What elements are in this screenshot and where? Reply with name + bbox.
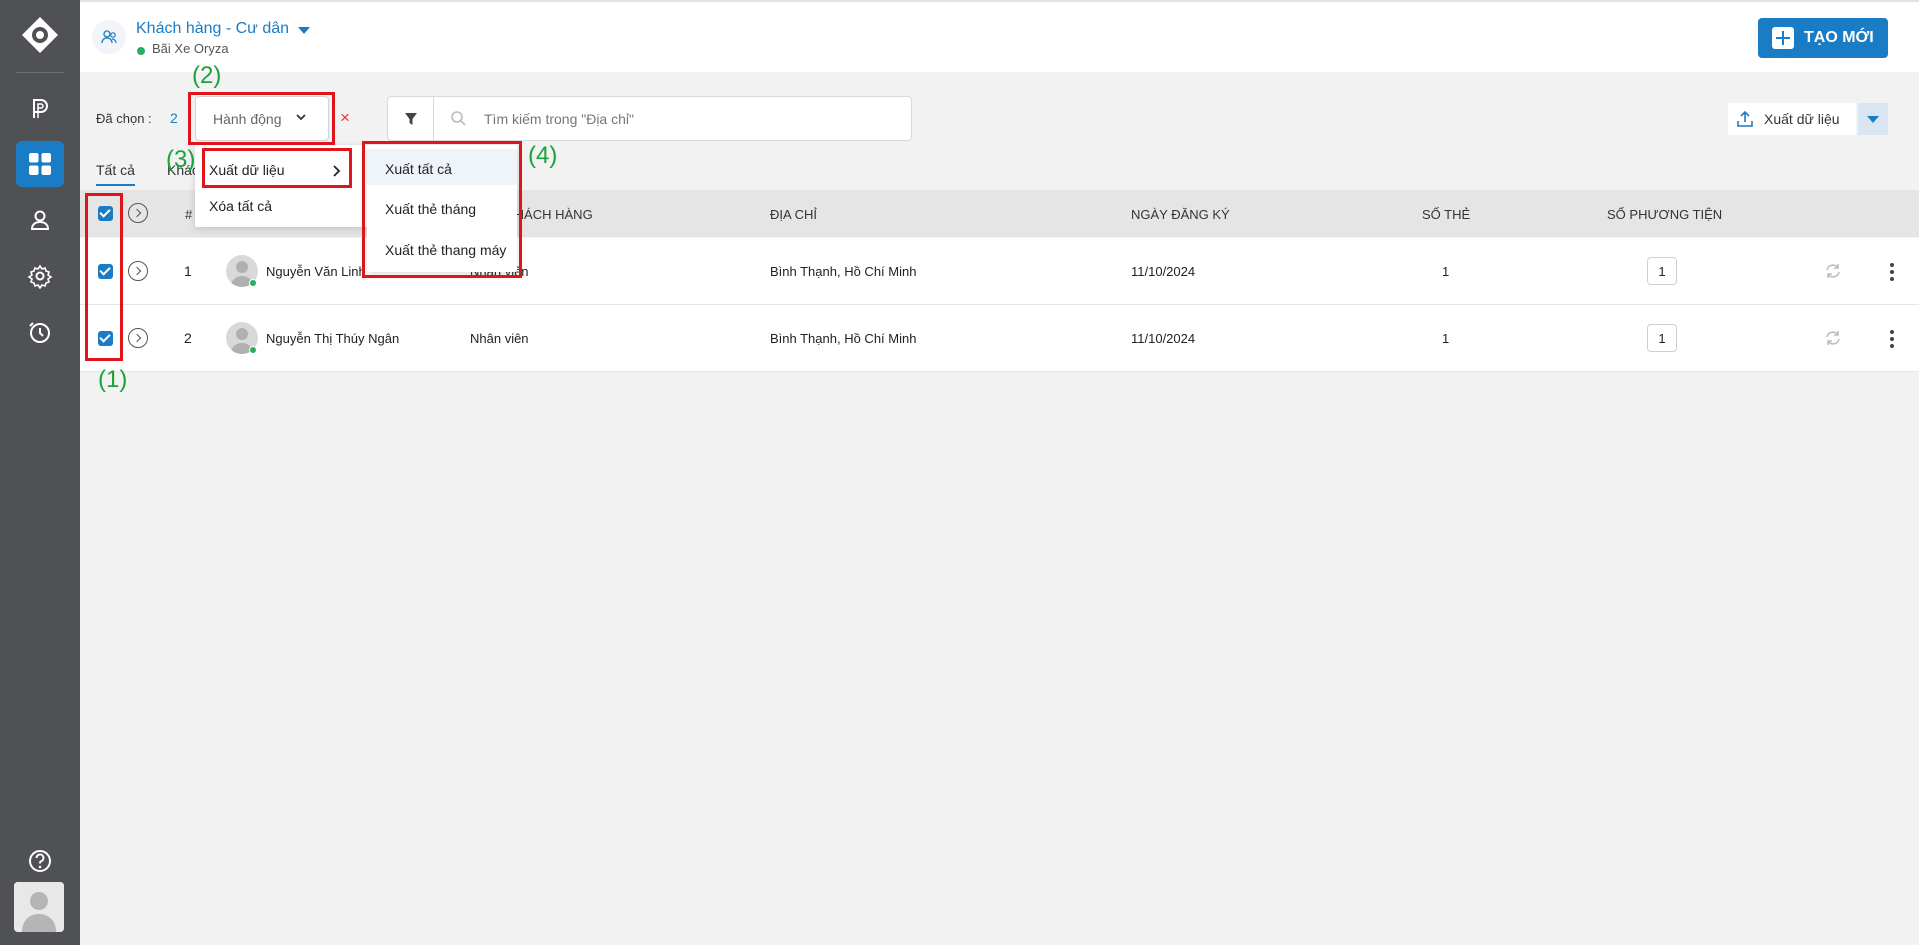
vehicle-count[interactable]: 1 (1647, 324, 1677, 352)
annotation-label-1: (1) (98, 366, 128, 393)
create-new-button[interactable]: TẠO MỚI (1758, 18, 1888, 58)
customers-icon (92, 20, 126, 54)
annotation-box-3 (202, 148, 352, 188)
row-expand-icon[interactable] (128, 261, 148, 281)
grid-icon (29, 153, 51, 175)
tab-all[interactable]: Tất cả (96, 162, 135, 186)
row-index: 2 (184, 330, 192, 346)
menu-item-delete-all[interactable]: Xóa tất cả (209, 198, 272, 214)
card-count: 1 (1442, 264, 1450, 279)
annotation-box-1 (85, 193, 123, 361)
sidebar (0, 0, 80, 945)
export-data-button[interactable]: Xuất dữ liệu (1728, 103, 1856, 135)
parking-icon (33, 99, 48, 118)
caret-down-icon (1867, 115, 1879, 123)
register-date: 11/10/2024 (1131, 331, 1196, 346)
more-options-icon[interactable] (1890, 263, 1894, 281)
online-status-icon (249, 279, 257, 287)
vehicle-count[interactable]: 1 (1647, 257, 1677, 285)
sidebar-item-dashboard[interactable] (16, 141, 64, 187)
page-title[interactable]: Khách hàng - Cư dân (136, 20, 289, 38)
user-icon (30, 210, 50, 230)
online-status-icon (249, 346, 257, 354)
table-row[interactable]: 1 Nguyễn Văn Linh Nhân viên Bình Thạnh, … (80, 238, 1919, 305)
col-index: # (185, 207, 193, 222)
create-new-label: TẠO MỚI (1804, 29, 1874, 46)
annotation-label-4: (4) (528, 142, 558, 169)
app-logo-icon[interactable] (21, 16, 59, 54)
sidebar-item-users[interactable] (16, 197, 64, 243)
gear-icon (27, 264, 53, 289)
search-bar (387, 96, 912, 141)
refresh-icon[interactable] (1824, 262, 1842, 280)
plus-icon (1772, 27, 1794, 49)
search-input[interactable] (484, 97, 904, 140)
customer-address: Bình Thạnh, Hồ Chí Minh (770, 331, 917, 346)
annotation-label-2: (2) (192, 62, 222, 89)
row-expand-icon[interactable] (128, 328, 148, 348)
help-icon (29, 850, 51, 872)
row-index: 1 (184, 263, 192, 279)
expand-all-icon[interactable] (128, 203, 148, 223)
customer-type: Nhân viên (470, 331, 529, 346)
more-options-icon[interactable] (1890, 330, 1894, 348)
status-dot-icon (137, 47, 145, 55)
col-vehicle-count[interactable]: SỐ PHƯƠNG TIỆN (1607, 207, 1722, 222)
avatar-icon (14, 882, 64, 932)
annotation-box-2 (188, 92, 335, 145)
table-row[interactable]: 2 Nguyễn Thị Thúy Ngân Nhân viên Bình Th… (80, 305, 1919, 372)
col-card-count[interactable]: SỐ THẺ (1422, 207, 1470, 222)
col-register-date[interactable]: NGÀY ĐĂNG KÝ (1131, 207, 1230, 222)
filter-button[interactable] (388, 97, 434, 140)
user-avatar[interactable] (14, 882, 64, 932)
card-count: 1 (1442, 331, 1450, 346)
annotation-box-4 (362, 141, 522, 278)
sidebar-item-history[interactable] (16, 309, 64, 355)
customer-address: Bình Thạnh, Hồ Chí Minh (770, 264, 917, 279)
upload-icon (1737, 110, 1753, 127)
clear-selection-icon[interactable]: × (340, 108, 350, 128)
selected-label: Đã chọn : (96, 111, 152, 126)
customer-name[interactable]: Nguyễn Thị Thúy Ngân (266, 331, 399, 346)
selected-count: 2 (170, 110, 178, 126)
customer-name[interactable]: Nguyễn Văn Linh (266, 264, 366, 279)
title-dropdown-caret-icon[interactable] (298, 27, 310, 34)
sidebar-item-parking[interactable] (16, 86, 64, 132)
col-address[interactable]: ĐỊA CHỈ (770, 207, 817, 222)
page-header: Khách hàng - Cư dân Bãi Xe Oryza TẠO MỚI (80, 0, 1919, 72)
register-date: 11/10/2024 (1131, 264, 1196, 279)
sidebar-item-settings[interactable] (16, 253, 64, 299)
export-dropdown-toggle[interactable] (1858, 103, 1888, 135)
filter-icon (404, 112, 417, 125)
parking-lot-name: Bãi Xe Oryza (152, 41, 229, 56)
sidebar-divider (16, 72, 64, 73)
export-data-label: Xuất dữ liệu (1764, 111, 1840, 127)
annotation-label-3: (3) (166, 146, 196, 173)
timer-icon (29, 322, 50, 343)
refresh-icon[interactable] (1824, 329, 1842, 347)
search-icon (451, 111, 466, 126)
sidebar-item-help[interactable] (16, 838, 64, 884)
